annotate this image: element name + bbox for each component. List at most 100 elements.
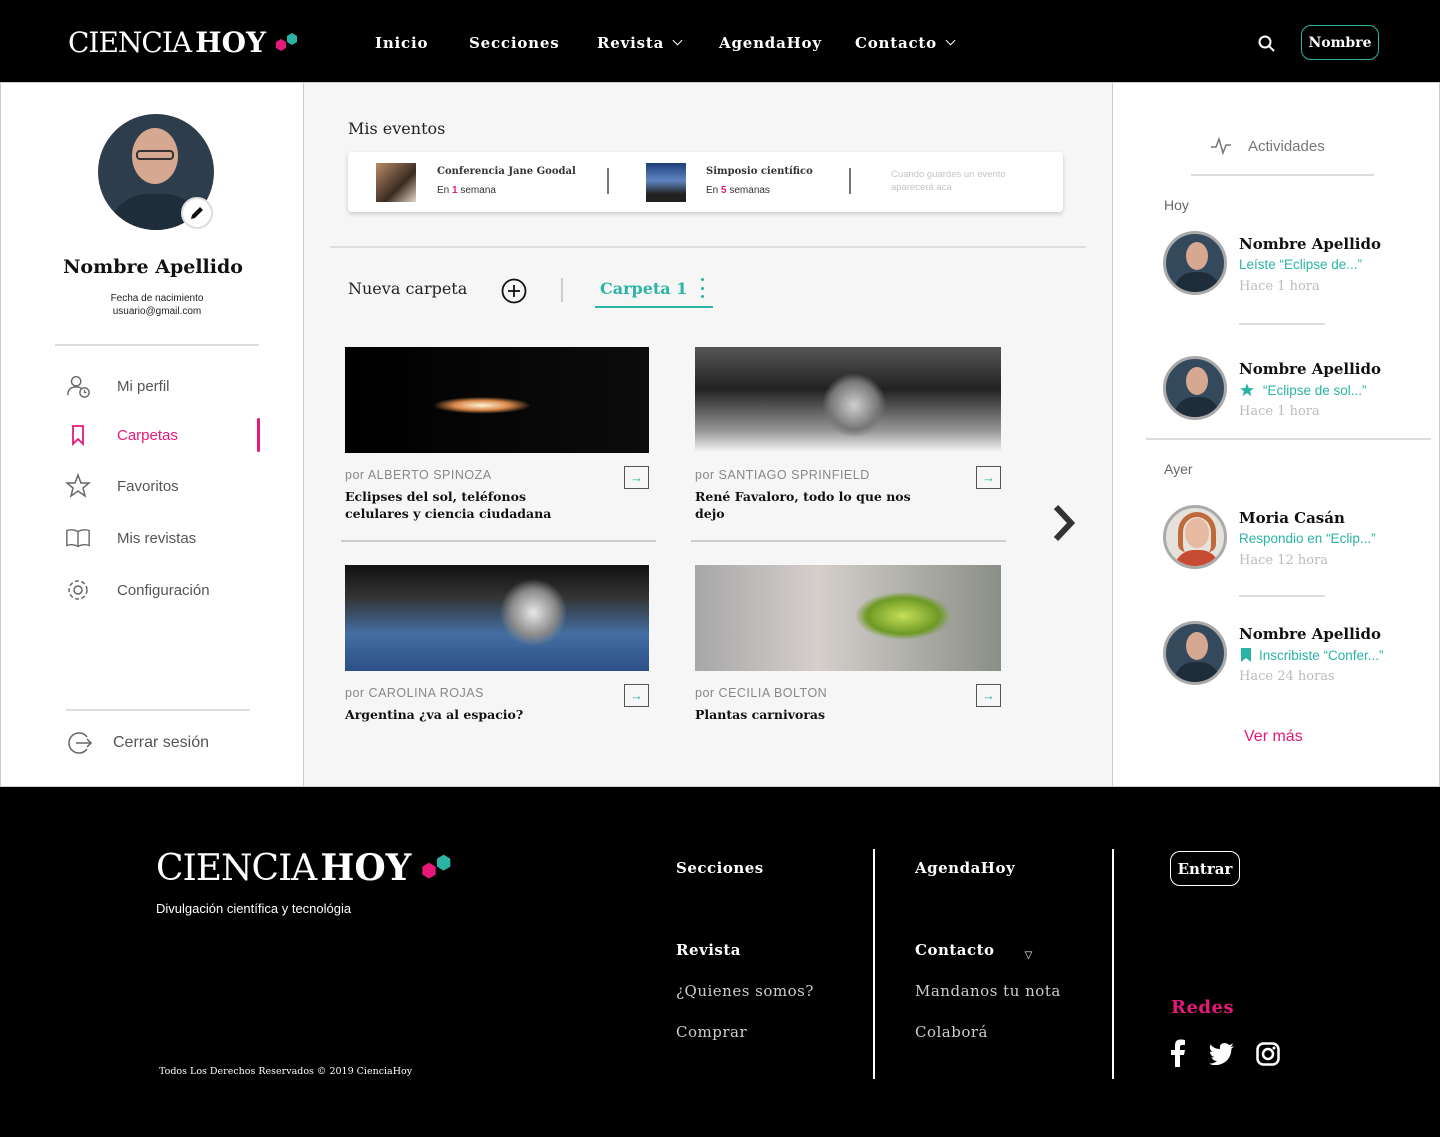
star-icon <box>1240 383 1254 397</box>
arrow-right-icon: → <box>630 688 643 703</box>
top-navbar: CIENCIA HOY Inicio Secciones Revista Agen… <box>0 0 1440 82</box>
activity-pulse-icon <box>1211 136 1231 156</box>
instagram-icon[interactable] <box>1256 1042 1280 1066</box>
article-card[interactable]: por SANTIAGO SPRINFIELD René Favaloro, t… <box>695 347 1001 522</box>
footer: CIENCIA HOY Divulgación científica y tecn… <box>0 787 1440 1137</box>
article-image <box>345 565 649 671</box>
footer-link-mandanos-nota[interactable]: Mandanos tu nota <box>915 982 1061 1000</box>
login-button[interactable]: Entrar <box>1170 851 1240 886</box>
divider <box>607 168 609 194</box>
section-label-ayer: Ayer <box>1164 461 1193 477</box>
bookmark-icon <box>1241 648 1251 662</box>
nav-revista[interactable]: Revista <box>597 34 683 52</box>
edit-avatar-button[interactable] <box>181 197 213 229</box>
avatar <box>1163 621 1227 685</box>
activity-sidebar: Actividades Hoy Nombre Apellido Leíste “… <box>1112 82 1440 787</box>
open-article-button[interactable]: → <box>624 466 649 489</box>
menu-mi-perfil[interactable]: Mi perfil <box>65 373 170 399</box>
see-more-link[interactable]: Ver más <box>1244 728 1303 746</box>
footer-link-revista[interactable]: Revista <box>676 941 741 959</box>
logout-button[interactable]: Cerrar sesión <box>67 730 209 756</box>
nav-secciones[interactable]: Secciones <box>469 34 559 52</box>
profile-name: Nombre Apellido <box>63 256 243 278</box>
arrow-right-icon: → <box>630 470 643 485</box>
star-icon <box>65 473 91 499</box>
more-options-icon[interactable] <box>701 278 705 298</box>
event-item[interactable]: Simposio científico En 5 semanas <box>646 163 846 203</box>
article-card[interactable]: por CECILIA BOLTON Plantas carnivoras → <box>695 565 1001 723</box>
divider <box>55 344 259 346</box>
bookmark-icon <box>65 422 91 448</box>
divider <box>1112 849 1114 1079</box>
user-button[interactable]: Nombre <box>1301 25 1379 60</box>
events-empty-text: Cuando guardes un evento aparecerá aca <box>891 169 1006 193</box>
tab-carpeta-1[interactable]: Carpeta 1 <box>595 270 713 308</box>
section-label-hoy: Hoy <box>1164 197 1189 213</box>
event-thumbnail <box>646 163 686 202</box>
pencil-icon <box>191 207 203 219</box>
divider <box>849 168 851 194</box>
article-card[interactable]: por CAROLINA ROJAS Argentina ¿va al espa… <box>345 565 649 723</box>
twitter-icon[interactable] <box>1209 1043 1235 1065</box>
menu-mis-revistas[interactable]: Mis revistas <box>65 525 196 551</box>
footer-copyright: Todos Los Derechos Reservados © 2019 Cie… <box>159 1066 413 1077</box>
user-clock-icon <box>65 373 91 399</box>
profile-sidebar: Nombre Apellido Fecha de nacimiento usua… <box>0 82 304 787</box>
article-card[interactable]: por ALBERTO SPINOZA Eclipses del sol, te… <box>345 347 649 522</box>
activity-header: Actividades <box>1210 136 1325 156</box>
logo[interactable]: CIENCIA HOY <box>68 26 302 59</box>
active-indicator <box>257 418 260 452</box>
open-article-button[interactable]: → <box>976 466 1001 489</box>
menu-configuracion[interactable]: Configuración <box>65 577 210 603</box>
chevron-right-icon[interactable] <box>1052 503 1076 543</box>
divider <box>341 540 656 542</box>
chevron-down-icon <box>672 35 683 46</box>
profile-birth: Fecha de nacimiento <box>110 293 204 304</box>
logo-hex-icon <box>275 32 297 51</box>
footer-link-colabora[interactable]: Colaborá <box>915 1023 988 1041</box>
nav-agendahoy[interactable]: AgendaHoy <box>719 34 822 52</box>
footer-link-secciones[interactable]: Secciones <box>676 859 764 877</box>
nav-inicio[interactable]: Inicio <box>375 34 428 52</box>
footer-link-contacto[interactable]: Contacto ▽ <box>915 941 1033 961</box>
divider <box>561 278 563 302</box>
book-icon <box>65 525 91 551</box>
divider <box>873 849 875 1079</box>
divider <box>1239 595 1325 597</box>
logout-icon <box>68 732 93 754</box>
events-card: Conferencia Jane Goodal En 1 semana Simp… <box>348 152 1063 212</box>
logo-hex-icon <box>422 854 451 879</box>
avatar <box>1163 505 1227 569</box>
arrow-right-icon: → <box>982 688 995 703</box>
menu-carpetas[interactable]: Carpetas <box>65 422 178 448</box>
footer-link-quienes-somos[interactable]: ¿Quienes somos? <box>676 982 814 1000</box>
divider <box>330 246 1086 248</box>
divider <box>691 540 1006 542</box>
add-folder-button[interactable] <box>501 278 527 304</box>
event-item[interactable]: Conferencia Jane Goodal En 1 semana <box>376 163 596 203</box>
article-image <box>695 565 1001 671</box>
article-image <box>695 347 1001 453</box>
search-icon[interactable] <box>1258 35 1276 53</box>
gear-icon <box>65 577 91 603</box>
profile-email: usuario@gmail.com <box>112 306 202 317</box>
arrow-right-icon: → <box>982 470 995 485</box>
footer-tagline: Divulgación científica y tecnológia <box>156 901 352 916</box>
open-article-button[interactable]: → <box>624 684 649 707</box>
footer-logo[interactable]: CIENCIA HOY <box>156 847 457 889</box>
main-content: Mis eventos Conferencia Jane Goodal En 1… <box>304 82 1112 787</box>
open-article-button[interactable]: → <box>976 684 1001 707</box>
new-folder-label: Nueva carpeta <box>348 279 468 298</box>
footer-link-agendahoy[interactable]: AgendaHoy <box>915 859 1015 877</box>
chevron-down-icon <box>945 35 956 46</box>
divider <box>66 709 250 711</box>
facebook-icon[interactable] <box>1168 1039 1188 1067</box>
menu-favoritos[interactable]: Favoritos <box>65 473 179 499</box>
social-title: Redes <box>1171 997 1235 1018</box>
footer-link-comprar[interactable]: Comprar <box>676 1023 747 1041</box>
divider <box>1146 438 1431 440</box>
nav-contacto[interactable]: Contacto <box>855 34 956 52</box>
events-title: Mis eventos <box>348 119 446 138</box>
divider <box>1239 323 1325 325</box>
event-thumbnail <box>376 163 416 202</box>
